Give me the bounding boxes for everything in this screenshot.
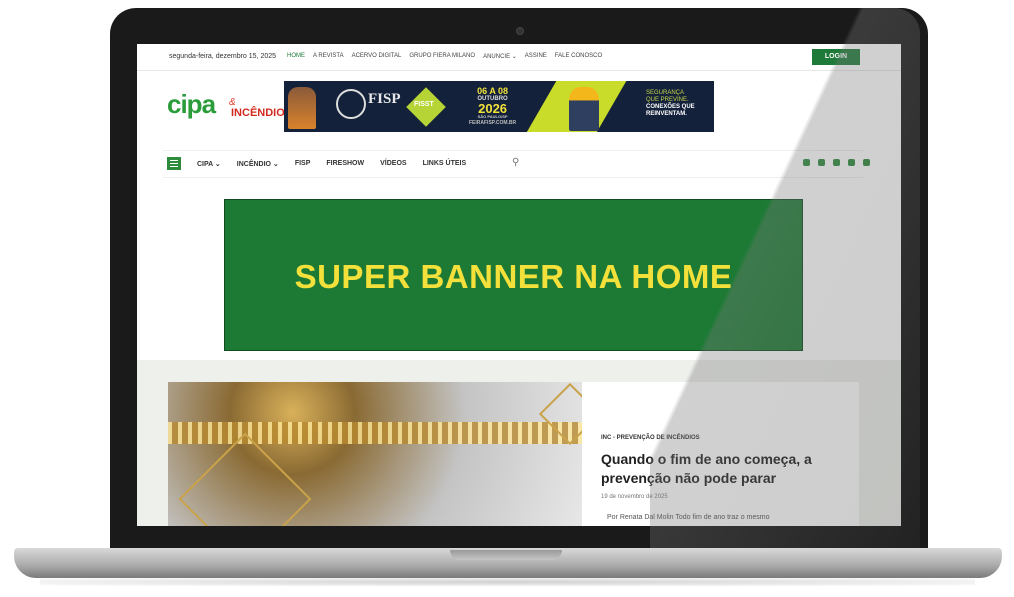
top-nav: HOME A REVISTA ACERVO DIGITAL GRUPO FIER…	[287, 53, 602, 60]
laptop-shadow	[40, 578, 975, 586]
super-banner-text: SUPER BANNER NA HOME	[294, 258, 733, 295]
featured-article-card: INC - PREVENÇÃO DE INCÊNDIOS Quando o fi…	[582, 382, 859, 526]
article-date: 19 de novembro de 2025	[601, 494, 668, 500]
top-nav-acervo-digital[interactable]: ACERVO DIGITAL	[352, 53, 402, 60]
article-headline[interactable]: Quando o fim de ano começa, a prevenção …	[601, 450, 841, 488]
hamburger-menu-icon[interactable]	[167, 157, 181, 170]
logo-cipa: cipa	[167, 89, 216, 119]
nav-links-uteis[interactable]: LINKS ÚTEIS	[423, 160, 467, 168]
laptop-notch	[450, 550, 562, 560]
logo-incendio: INCÊNDIO	[231, 107, 285, 119]
search-icon[interactable]: ⚲	[512, 157, 519, 168]
webcam	[516, 27, 524, 35]
top-nav-a-revista[interactable]: A REVISTA	[313, 53, 344, 60]
nav-incendio[interactable]: INCÊNDIO ⌄	[237, 160, 279, 168]
string-lights	[168, 422, 582, 444]
login-button[interactable]: LOGIN	[812, 49, 860, 65]
main-nav: CIPA ⌄ INCÊNDIO ⌄ FISP FIRESHOW VÍDEOS L…	[163, 150, 870, 178]
firefighter-image	[288, 87, 316, 129]
linkedin-icon[interactable]	[833, 159, 840, 166]
nav-fisp[interactable]: FISP	[295, 160, 311, 168]
main-nav-items: CIPA ⌄ INCÊNDIO ⌄ FISP FIRESHOW VÍDEOS L…	[197, 160, 466, 168]
nav-cipa[interactable]: CIPA ⌄	[197, 160, 221, 168]
tagline-line-1: SEGURANÇA	[646, 90, 685, 96]
top-nav-anuncie[interactable]: ANUNCIE ⌄	[483, 53, 517, 60]
header-ad-banner[interactable]: FISP FISST 06 A 08 OUTUBRO 2026 SÃO PAUL…	[284, 81, 714, 132]
event-city: SÃO PAULO/SP	[477, 114, 508, 119]
event-site: FEIRAFISP.COM.BR	[469, 120, 517, 126]
current-date: segunda-feira, dezembro 15, 2025	[169, 53, 277, 60]
top-nav-assine[interactable]: ASSINE	[525, 53, 547, 60]
article-category[interactable]: INC - PREVENÇÃO DE INCÊNDIOS	[601, 435, 700, 441]
top-nav-fale-conosco[interactable]: FALE CONOSCO	[555, 53, 602, 60]
fisp-emblem-icon	[336, 89, 366, 119]
top-nav-grupo-fiera-milano[interactable]: GRUPO FIERA MILANO	[409, 53, 475, 60]
top-bar: segunda-feira, dezembro 15, 2025 HOME A …	[137, 44, 901, 71]
youtube-icon[interactable]	[848, 159, 855, 166]
facebook-icon[interactable]	[803, 159, 810, 166]
tagline-line-2: QUE PREVINE.	[646, 97, 689, 103]
article-excerpt: Por Renata Dal Molin Todo fim de ano tra…	[607, 514, 770, 521]
banner-tagline: SEGURANÇA QUE PREVINE. CONEXÕES QUE REIN…	[646, 90, 695, 118]
site-logo[interactable]: cipa & INCÊNDIO	[167, 89, 285, 123]
worker-image	[569, 87, 599, 131]
top-nav-home[interactable]: HOME	[287, 53, 305, 60]
super-banner[interactable]: SUPER BANNER NA HOME	[224, 199, 803, 351]
social-links	[803, 159, 870, 166]
tagline-line-3: CONEXÕES QUE	[646, 104, 695, 110]
fisp-logo-text: FISP	[368, 91, 401, 107]
featured-image[interactable]	[168, 382, 582, 526]
nav-fireshow[interactable]: FIRESHOW	[326, 160, 364, 168]
event-dates: 06 A 08 OUTUBRO 2026 SÃO PAULO/SP FEIRAF…	[469, 87, 516, 126]
fisst-logo-text: FISST	[414, 101, 434, 108]
instagram-icon[interactable]	[818, 159, 825, 166]
tagline-line-4: REINVENTAM.	[646, 111, 687, 117]
star-ornament	[178, 432, 312, 526]
event-days: 06 A 08	[477, 86, 508, 96]
laptop-screen: segunda-feira, dezembro 15, 2025 HOME A …	[137, 44, 901, 526]
other-icon[interactable]	[863, 159, 870, 166]
nav-videos[interactable]: VÍDEOS	[380, 160, 406, 168]
